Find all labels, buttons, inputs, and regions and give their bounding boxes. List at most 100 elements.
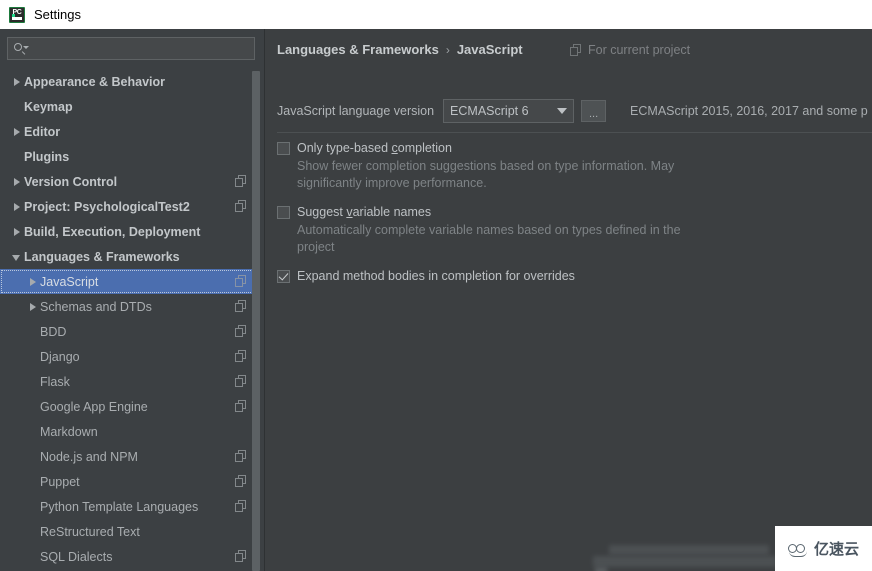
option-title-before: Expand method bodies in completion for o… xyxy=(297,269,575,283)
sidebar-item-label: Node.js and NPM xyxy=(40,449,138,464)
option-title-after: ariable names xyxy=(352,205,432,219)
sidebar-item-puppet[interactable]: Puppet xyxy=(0,469,254,494)
breadcrumb: Languages & Frameworks › JavaScript xyxy=(277,42,523,57)
copy-icon[interactable] xyxy=(235,175,248,188)
settings-sidebar: Appearance & Behavior Keymap Editor Plugins… xyxy=(0,29,265,571)
sidebar-item-editor[interactable]: Editor xyxy=(0,119,254,144)
option-title: Expand method bodies in completion for o… xyxy=(297,269,575,284)
sidebar-item-google-app-engine[interactable]: Google App Engine xyxy=(0,394,254,419)
option-row[interactable]: Only type-based completion xyxy=(277,141,864,156)
breadcrumb-current: JavaScript xyxy=(456,42,523,57)
sidebar-item-languages-frameworks[interactable]: Languages & Frameworks xyxy=(0,244,254,269)
breadcrumb-parent[interactable]: Languages & Frameworks xyxy=(277,42,439,57)
sidebar-item-sql-dialects[interactable]: SQL Dialects xyxy=(0,544,254,569)
copy-icon[interactable] xyxy=(235,275,248,288)
option-only-type-based-completion: Only type-based completion Show fewer com… xyxy=(277,141,864,192)
sidebar-item-label: Python Template Languages xyxy=(40,499,199,514)
sidebar-scrollbar-thumb[interactable] xyxy=(252,71,260,571)
copy-icon[interactable] xyxy=(235,200,248,213)
watermark-text: 亿速云 xyxy=(813,540,859,558)
option-row[interactable]: Expand method bodies in completion for o… xyxy=(277,269,864,284)
sidebar-item-schemas-and-dtds[interactable]: Schemas and DTDs xyxy=(0,294,254,319)
copy-icon[interactable] xyxy=(235,450,248,463)
copy-icon[interactable] xyxy=(235,475,248,488)
option-expand-method-bodies: Expand method bodies in completion for o… xyxy=(277,269,864,284)
chevron-right-icon[interactable] xyxy=(10,200,24,214)
settings-content: Languages & Frameworks › JavaScript For … xyxy=(265,29,872,571)
chevron-right-icon[interactable] xyxy=(10,125,24,139)
language-version-label: JavaScript language version xyxy=(277,104,435,118)
browse-button[interactable]: ... xyxy=(581,100,607,122)
copy-icon[interactable] xyxy=(235,325,248,338)
option-title: Only type-based completion xyxy=(297,141,452,156)
sidebar-item-keymap[interactable]: Keymap xyxy=(0,94,254,119)
chevron-right-icon[interactable] xyxy=(26,300,40,314)
cloud-logo-icon xyxy=(787,542,810,557)
search-box[interactable] xyxy=(7,37,255,60)
chevron-right-icon[interactable] xyxy=(26,275,40,289)
copy-icon[interactable] xyxy=(235,400,248,413)
copy-icon[interactable] xyxy=(235,375,248,388)
search-icon[interactable] xyxy=(13,42,29,56)
sidebar-item-python-template-languages[interactable]: Python Template Languages xyxy=(0,494,254,519)
option-title-after: ompletion xyxy=(397,141,452,155)
sidebar-item-project-psychologicaltest2[interactable]: Project: PsychologicalTest2 xyxy=(0,194,254,219)
sidebar-item-node-js-and-npm[interactable]: Node.js and NPM xyxy=(0,444,254,469)
sidebar-item-appearance-behavior[interactable]: Appearance & Behavior xyxy=(0,69,254,94)
sidebar-item-restructured-text[interactable]: ReStructured Text xyxy=(0,519,254,544)
chevron-right-icon[interactable] xyxy=(10,75,24,89)
sidebar-item-label: Editor xyxy=(24,124,61,139)
sidebar-item-plugins[interactable]: Plugins xyxy=(0,144,254,169)
sidebar-item-django[interactable]: Django xyxy=(0,344,254,369)
sidebar-item-label: Languages & Frameworks xyxy=(24,249,180,264)
checkbox-expand-method-bodies[interactable] xyxy=(277,270,290,283)
sidebar-item-label: Schemas and DTDs xyxy=(40,299,152,314)
sidebar-item-label: Keymap xyxy=(24,99,73,114)
copy-icon[interactable] xyxy=(235,350,248,363)
copy-icon[interactable] xyxy=(235,300,248,313)
language-version-select[interactable]: ECMAScript 6 xyxy=(443,99,575,123)
blurred-region xyxy=(609,545,769,555)
sidebar-item-flask[interactable]: Flask xyxy=(0,369,254,394)
sidebar-scrollbar[interactable] xyxy=(252,71,260,571)
checkbox-only-type-based-completion[interactable] xyxy=(277,142,290,155)
window-titlebar: PC Settings xyxy=(0,0,872,29)
sidebar-item-label: ReStructured Text xyxy=(40,524,140,539)
sidebar-item-label: Google App Engine xyxy=(40,399,148,414)
chevron-right-icon[interactable] xyxy=(10,225,24,239)
sidebar-item-build-execution-deployment[interactable]: Build, Execution, Deployment xyxy=(0,219,254,244)
sidebar-item-markdown[interactable]: Markdown xyxy=(0,419,254,444)
language-version-value: ECMAScript 6 xyxy=(450,104,529,118)
chevron-down-icon xyxy=(557,108,568,114)
copy-icon[interactable] xyxy=(235,500,248,513)
chevron-right-icon[interactable] xyxy=(10,175,24,189)
sidebar-item-bdd[interactable]: BDD xyxy=(0,319,254,344)
option-row[interactable]: Suggest variable names xyxy=(277,205,864,220)
sidebar-item-label: Markdown xyxy=(40,424,98,439)
blurred-region xyxy=(595,567,607,571)
settings-tree: Appearance & Behavior Keymap Editor Plugins… xyxy=(0,69,254,571)
sidebar-item-label: JavaScript xyxy=(40,274,99,289)
sidebar-item-label: Flask xyxy=(40,374,70,389)
option-description: Show fewer completion suggestions based … xyxy=(297,159,675,190)
sidebar-item-label: BDD xyxy=(40,324,67,339)
search-input[interactable] xyxy=(27,38,254,59)
language-version-row: JavaScript language version ECMAScript 6… xyxy=(277,98,872,124)
pycharm-icon: PC xyxy=(9,6,25,23)
checkbox-suggest-variable-names[interactable] xyxy=(277,206,290,219)
sidebar-item-version-control[interactable]: Version Control xyxy=(0,169,254,194)
sidebar-item-label: Appearance & Behavior xyxy=(24,74,166,89)
sidebar-item-label: Plugins xyxy=(24,149,70,164)
sidebar-item-javascript[interactable]: JavaScript xyxy=(0,269,254,294)
chevron-down-icon[interactable] xyxy=(10,250,24,264)
copy-icon[interactable] xyxy=(235,550,248,563)
